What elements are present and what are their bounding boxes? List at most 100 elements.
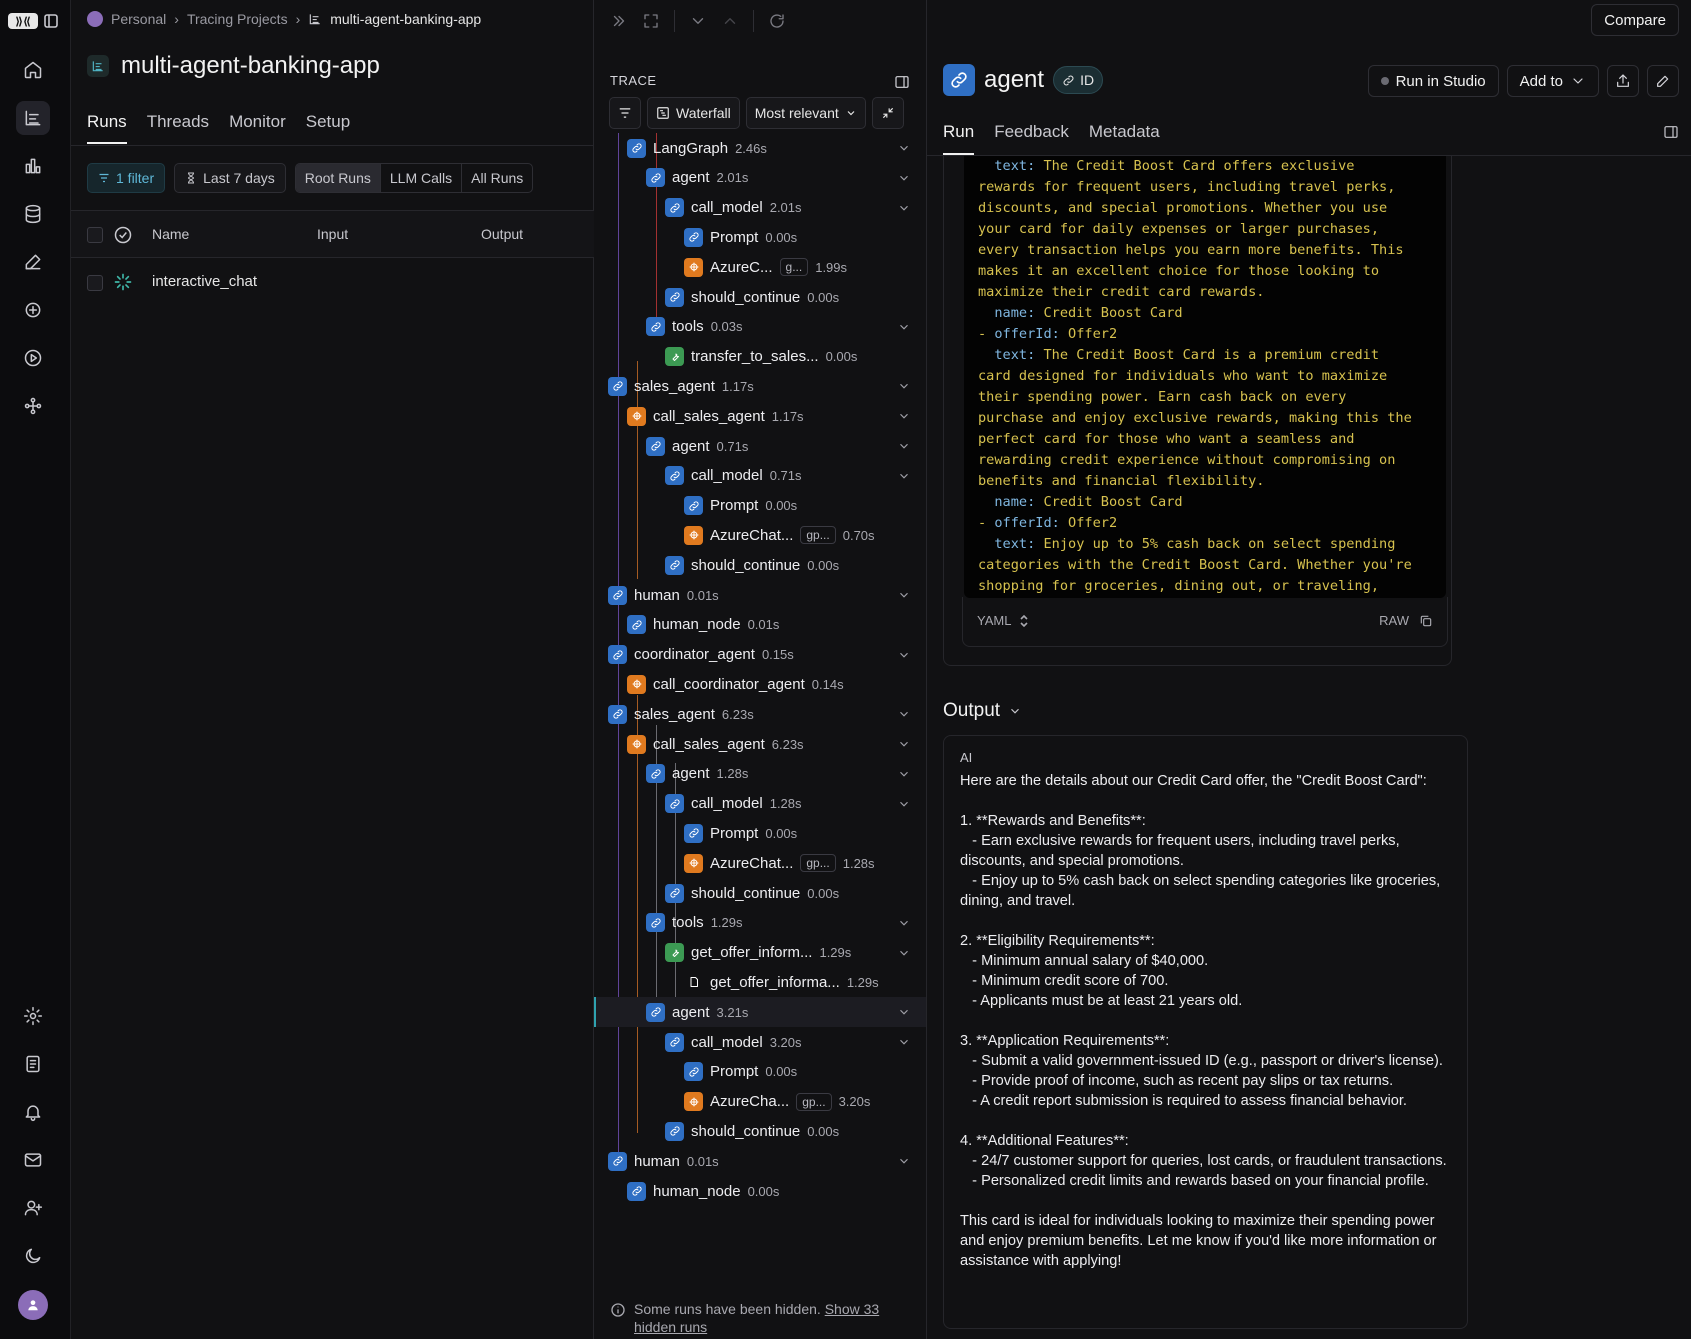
trace-node[interactable]: Prompt 0.00s: [684, 222, 797, 252]
chevron-down-icon[interactable]: [897, 379, 911, 393]
breadcrumb-current-project[interactable]: multi-agent-banking-app: [330, 11, 481, 27]
column-header-name[interactable]: Name: [152, 226, 189, 242]
trace-node[interactable]: agent 3.21s: [646, 997, 748, 1027]
trace-node[interactable]: should_continue 0.00s: [665, 550, 839, 580]
trace-node[interactable]: coordinator_agent 0.15s: [608, 640, 794, 670]
column-header-input[interactable]: Input: [317, 226, 348, 242]
tab-run[interactable]: Run: [943, 122, 975, 155]
deployments-icon[interactable]: [16, 389, 50, 423]
trace-node[interactable]: LangGraph 2.46s: [627, 133, 767, 163]
chevron-down-icon[interactable]: [897, 469, 911, 483]
input-yaml-viewer[interactable]: text: The Credit Boost Card offers exclu…: [964, 156, 1446, 598]
docs-icon[interactable]: [16, 1047, 50, 1081]
share-button[interactable]: [1607, 65, 1639, 97]
trace-node[interactable]: agent 0.71s: [646, 431, 748, 461]
trace-node[interactable]: should_continue 0.00s: [665, 1116, 839, 1146]
chevron-down-icon[interactable]: [897, 439, 911, 453]
side-panel-toggle[interactable]: [1663, 124, 1679, 144]
trace-node[interactable]: call_model 0.71s: [665, 461, 802, 491]
compare-button[interactable]: Compare: [1591, 4, 1679, 36]
collapse-panel-icon[interactable]: [610, 12, 628, 30]
table-row[interactable]: interactive_chat: [71, 258, 594, 306]
filter-button[interactable]: 1 filter: [87, 163, 166, 193]
app-logo[interactable]: ⟫⟪: [8, 12, 66, 30]
trace-node[interactable]: AzureCha... gp... 3.20s: [684, 1087, 870, 1117]
annotation-icon[interactable]: [16, 245, 50, 279]
chevron-up-icon[interactable]: [721, 12, 739, 30]
run-in-studio-button[interactable]: Run in Studio: [1367, 65, 1499, 97]
settings-icon[interactable]: [16, 999, 50, 1033]
select-all-checkbox[interactable]: [87, 227, 103, 243]
column-header-output[interactable]: Output: [481, 226, 523, 242]
chevron-down-icon[interactable]: [897, 916, 911, 930]
tab-feedback[interactable]: Feedback: [994, 122, 1069, 155]
chevron-down-icon[interactable]: [897, 588, 911, 602]
chevron-down-icon[interactable]: [897, 707, 911, 721]
trace-node[interactable]: should_continue 0.00s: [665, 878, 839, 908]
trace-node[interactable]: tools 0.03s: [646, 312, 743, 342]
trace-node[interactable]: AzureChat... gp... 0.70s: [684, 520, 875, 550]
trace-node[interactable]: should_continue 0.00s: [665, 282, 839, 312]
trace-node[interactable]: human 0.01s: [608, 1146, 719, 1176]
tab-monitor[interactable]: Monitor: [229, 112, 286, 144]
trace-filter-button[interactable]: [609, 97, 641, 129]
tracing-projects-icon[interactable]: [16, 101, 50, 135]
trace-node[interactable]: sales_agent 1.17s: [608, 371, 754, 401]
chevron-down-icon[interactable]: [897, 1035, 911, 1049]
user-avatar[interactable]: [18, 1290, 48, 1320]
trace-node[interactable]: human 0.01s: [608, 580, 719, 610]
theme-toggle-icon[interactable]: [16, 1239, 50, 1273]
copy-id-button[interactable]: ID: [1053, 66, 1104, 94]
chevron-down-icon[interactable]: [897, 737, 911, 751]
chevron-down-icon[interactable]: [897, 1005, 911, 1019]
trace-node[interactable]: tools 1.29s: [646, 908, 743, 938]
sidebar-toggle-icon[interactable]: [44, 14, 58, 28]
trace-node[interactable]: transfer_to_sales... 0.00s: [665, 342, 857, 372]
trace-node[interactable]: call_model 1.28s: [665, 789, 802, 819]
chevron-down-icon[interactable]: [897, 767, 911, 781]
segment-root-runs[interactable]: Root Runs: [295, 164, 381, 192]
tab-runs[interactable]: Runs: [87, 112, 127, 144]
refresh-icon[interactable]: [768, 12, 786, 30]
add-to-button[interactable]: Add to: [1506, 65, 1599, 97]
chevron-down-icon[interactable]: [897, 171, 911, 185]
trace-node[interactable]: call_sales_agent 1.17s: [627, 401, 804, 431]
breadcrumb-workspace[interactable]: Personal: [111, 11, 166, 27]
trace-node[interactable]: sales_agent 6.23s: [608, 699, 754, 729]
collapse-all-button[interactable]: [871, 97, 904, 129]
sort-select[interactable]: Most relevant: [745, 97, 866, 129]
home-icon[interactable]: [16, 53, 50, 87]
row-checkbox[interactable]: [87, 275, 103, 291]
trace-node[interactable]: Prompt 0.00s: [684, 818, 797, 848]
trace-node[interactable]: call_model 2.01s: [665, 193, 802, 223]
chevron-down-icon[interactable]: [897, 1154, 911, 1168]
tab-threads[interactable]: Threads: [147, 112, 209, 144]
trace-node[interactable]: Prompt 0.00s: [684, 1057, 797, 1087]
panel-layout-icon[interactable]: [894, 74, 910, 90]
chevron-down-icon[interactable]: [897, 320, 911, 334]
trace-node[interactable]: get_offer_informa... 1.29s: [684, 967, 879, 997]
tab-setup[interactable]: Setup: [306, 112, 350, 144]
trace-node[interactable]: agent 1.28s: [646, 759, 748, 789]
trace-node[interactable]: human_node 0.00s: [627, 1176, 779, 1206]
datasets-icon[interactable]: [16, 197, 50, 231]
chevron-down-icon[interactable]: [897, 946, 911, 960]
mail-icon[interactable]: [16, 1143, 50, 1177]
prompts-icon[interactable]: [16, 293, 50, 327]
trace-node[interactable]: get_offer_inform... 1.29s: [665, 938, 851, 968]
view-mode-toggle[interactable]: Waterfall: [647, 97, 740, 129]
trace-node[interactable]: AzureC... g... 1.99s: [684, 252, 847, 282]
tab-metadata[interactable]: Metadata: [1089, 122, 1160, 155]
date-range-button[interactable]: Last 7 days: [174, 163, 286, 193]
trace-node[interactable]: AzureChat... gp... 1.28s: [684, 848, 875, 878]
trace-node[interactable]: call_model 3.20s: [665, 1027, 802, 1057]
copy-icon[interactable]: [1419, 614, 1433, 628]
segment-all-runs[interactable]: All Runs: [462, 164, 532, 192]
trace-node[interactable]: call_sales_agent 6.23s: [627, 729, 804, 759]
trace-node[interactable]: human_node 0.01s: [627, 610, 779, 640]
raw-toggle[interactable]: RAW: [1379, 613, 1433, 628]
run-name-cell[interactable]: interactive_chat: [152, 273, 257, 290]
invite-user-icon[interactable]: [16, 1191, 50, 1225]
chevron-down-icon[interactable]: [897, 797, 911, 811]
trace-node[interactable]: Prompt 0.00s: [684, 491, 797, 521]
